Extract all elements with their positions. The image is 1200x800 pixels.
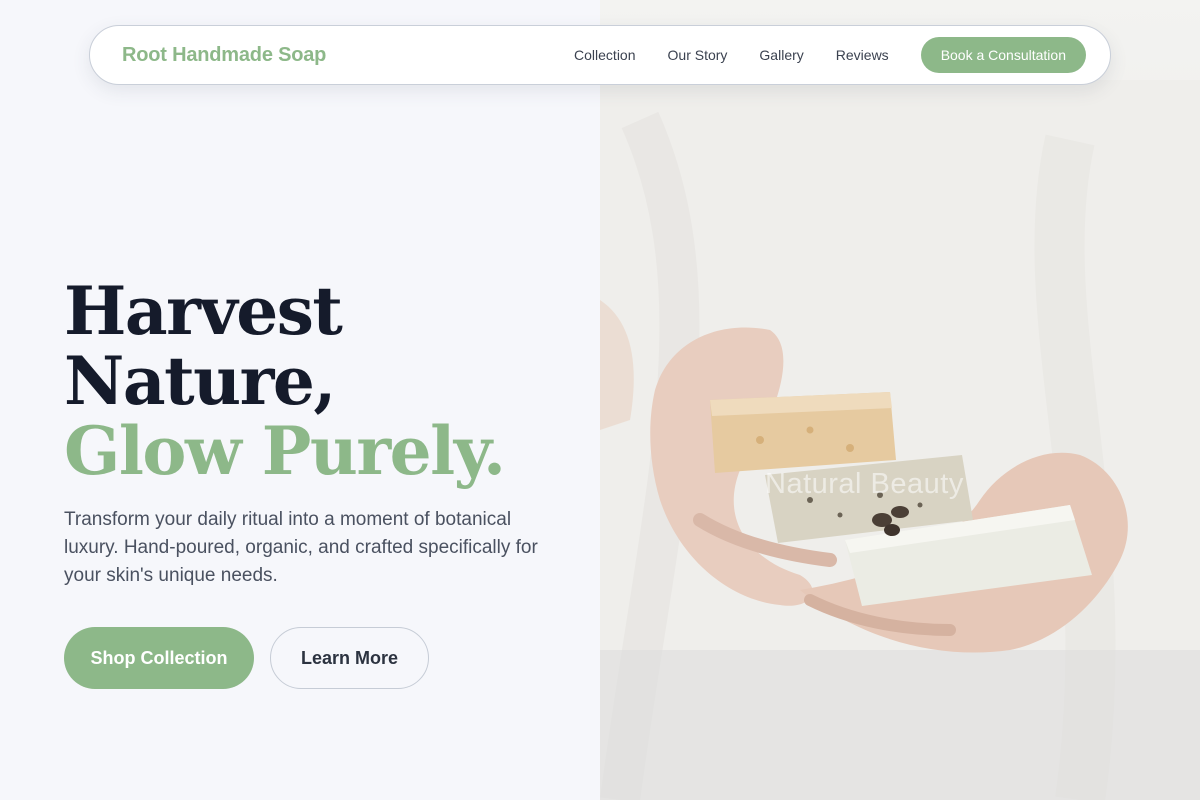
headline-line-2: Nature, — [64, 342, 336, 420]
top-navbar: Root Handmade Soap Collection Our Story … — [89, 25, 1111, 85]
soap-photo-illustration — [600, 80, 1200, 800]
hero-copy: Harvest Nature, Glow Purely. Transform y… — [64, 276, 564, 590]
learn-more-button[interactable]: Learn More — [270, 627, 429, 689]
hero-image — [600, 0, 1200, 800]
nav-link-reviews[interactable]: Reviews — [836, 47, 889, 63]
nav-link-our-story[interactable]: Our Story — [668, 47, 728, 63]
nav-link-gallery[interactable]: Gallery — [759, 47, 803, 63]
headline-accent: Glow Purely. — [64, 412, 506, 490]
book-consultation-button[interactable]: Book a Consultation — [920, 37, 1086, 73]
hero-headline: Harvest Nature, Glow Purely. — [64, 276, 564, 486]
hero-actions: Shop Collection Learn More — [64, 627, 429, 689]
headline-line-1: Harvest — [64, 272, 343, 350]
image-watermark-text: Natural Beauty — [765, 468, 964, 500]
nav-links: Collection Our Story Gallery Reviews Boo… — [574, 37, 1086, 73]
shop-collection-button[interactable]: Shop Collection — [64, 627, 254, 689]
brand-logo[interactable]: Root Handmade Soap — [122, 44, 326, 67]
hero-subtext: Transform your daily ritual into a momen… — [64, 509, 538, 586]
nav-link-collection[interactable]: Collection — [574, 47, 635, 63]
